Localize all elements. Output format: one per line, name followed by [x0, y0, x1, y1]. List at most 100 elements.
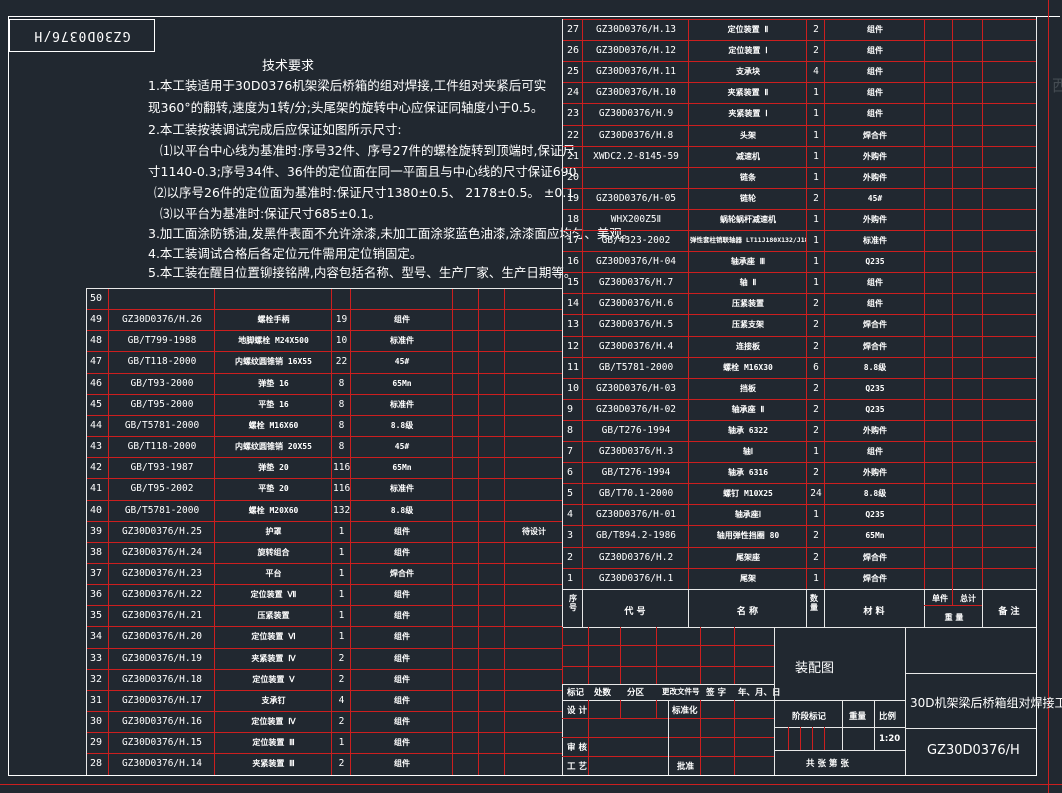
outer-red-right [1048, 0, 1049, 793]
cell-code: GZ30D0376/H.7 [598, 277, 674, 288]
cell-note [506, 563, 562, 584]
table-top-line [86, 288, 562, 289]
tb-weight: 重量 [849, 712, 867, 722]
cell-name: 平垫 16 [258, 400, 289, 409]
cell-code: GZ30D0376/H-02 [595, 404, 677, 415]
tb-col-line [620, 627, 621, 684]
cell-code: GZ30D0376/H.6 [598, 298, 674, 309]
header-code: 代 号 [624, 607, 646, 617]
tb-standard: 标准化 [672, 706, 698, 716]
tb-row-line [905, 673, 1036, 674]
cell-mat: Q235 [865, 257, 885, 266]
header-bottom-line [562, 627, 1036, 628]
cell-mat: 外购件 [863, 215, 887, 224]
cell-mat: 组件 [867, 278, 883, 287]
cell-mat: 组件 [867, 46, 883, 55]
cell-code: GB/T95-2000 [130, 399, 194, 410]
cell-qty: 1 [338, 589, 345, 600]
cell-name: 平垫 20 [258, 484, 289, 493]
cell-mat: 组件 [394, 675, 410, 684]
cell-code: GZ30D0376/H.5 [598, 319, 674, 330]
cell-qty: 1 [813, 214, 819, 225]
tb-sheets: 共 张 第 张 [806, 759, 849, 769]
cell-mat: 65Mn [392, 379, 412, 388]
header-material: 材 料 [863, 607, 885, 617]
tb-design: 设 计 [567, 706, 587, 716]
cell-qty: 1 [813, 277, 819, 288]
header-single: 单件 [932, 594, 948, 603]
cell-mat: 外购件 [863, 426, 887, 435]
cell-no: 49 [90, 314, 103, 325]
cell-name: 定位装置 Ⅳ [251, 717, 296, 726]
cell-code: GZ30D0376/H.2 [598, 552, 674, 563]
tb-process: 工 艺 [567, 762, 587, 772]
cell-qty: 1 [813, 256, 819, 267]
tech-line: 寸1140-0.3;序号34件、36件的定位面在同一平面且与中心线的尺寸保证69… [148, 164, 577, 179]
cell-name: 定位装置 Ⅶ [250, 590, 297, 599]
cell-qty: 1 [338, 737, 345, 748]
cell-no: 43 [90, 441, 103, 452]
cell-qty: 1 [813, 87, 819, 98]
tb-col-line [588, 627, 589, 684]
scale-value: 1:20 [879, 734, 901, 744]
cell-qty: 4 [813, 66, 819, 77]
cell-mat: 焊合件 [863, 131, 887, 140]
tech-line: 现360°的翻转,速度为1转/分;头尾架的旋转中心应保证同轴度小于0.5。 [148, 100, 544, 115]
cell-name: 螺栓 M20X60 [248, 506, 299, 515]
cell-code: GZ30D0376/H.19 [121, 653, 203, 664]
outer-red-bottom [0, 784, 1062, 785]
cell-name: 螺钉 M10X25 [723, 489, 773, 498]
cell-code: GZ30D0376/H-04 [595, 256, 677, 267]
cell-note [506, 542, 562, 563]
cell-no: 32 [90, 674, 103, 685]
tb-col-line [812, 727, 813, 750]
cell-name: 平台 [265, 569, 282, 578]
cell-mat: 组件 [394, 632, 410, 641]
cell-no: 31 [90, 695, 103, 706]
tb-col-line [800, 727, 801, 750]
drawing-type: 装配图 [795, 661, 835, 676]
cell-qty: 1 [813, 509, 819, 520]
cell-mat: 焊合件 [390, 569, 414, 578]
cell-no: 47 [90, 356, 103, 367]
cell-mat: 标准件 [390, 484, 414, 493]
cad-drawing-sheet: GZ30D0376/H 技术要求 1.本工装适用于30D0376机架梁后桥箱的组… [0, 0, 1062, 793]
cell-note [506, 415, 562, 436]
cell-qty: 2 [813, 319, 819, 330]
cell-mat: 组件 [867, 299, 883, 308]
cell-no: 35 [90, 610, 103, 621]
cell-name: 夹紧装置 Ⅰ [728, 109, 768, 118]
cell-qty: 1 [813, 573, 819, 584]
cell-name: 压紧装置 [732, 299, 764, 308]
cell-name: 定位装置 Ⅱ [727, 25, 769, 34]
cell-qty: 1 [813, 108, 819, 119]
cell-code: GB/T93-1987 [130, 462, 194, 473]
cell-code [584, 167, 688, 188]
cell-qty: 2 [813, 24, 819, 35]
tb-col-line [620, 700, 621, 718]
cell-name: 螺栓 M16X30 [723, 363, 773, 372]
cell-name: 头架 [740, 131, 756, 140]
col-line [924, 19, 925, 589]
tb-col-line [734, 700, 735, 775]
cell-qty: 2 [813, 404, 819, 415]
cell-note [506, 669, 562, 690]
cell-name: 蜗轮蜗杆减速机 [720, 215, 776, 224]
tb-col-line [700, 627, 701, 684]
cell-code: GZ30D0376/H.15 [121, 737, 203, 748]
cell-qty: 1 [338, 631, 345, 642]
cell-qty: 1 [813, 446, 819, 457]
cell-mat: 组件 [394, 527, 410, 536]
tb-col-line [656, 627, 657, 684]
cell-mat: 外购件 [863, 468, 887, 477]
cell-mat: 焊合件 [863, 574, 887, 583]
cell-qty: 116 [333, 483, 350, 494]
cell-mat: 焊合件 [863, 553, 887, 562]
cell-code [110, 288, 214, 309]
cell-qty: 2 [813, 530, 819, 541]
cell-name: 轴承座 Ⅱ [731, 405, 765, 414]
cell-name: 弹垫 16 [258, 379, 289, 388]
cell-code: GZ30D0376/H.3 [598, 446, 674, 457]
cell-qty: 24 [810, 488, 822, 499]
cell-code: GZ30D0376/H.20 [121, 631, 203, 642]
